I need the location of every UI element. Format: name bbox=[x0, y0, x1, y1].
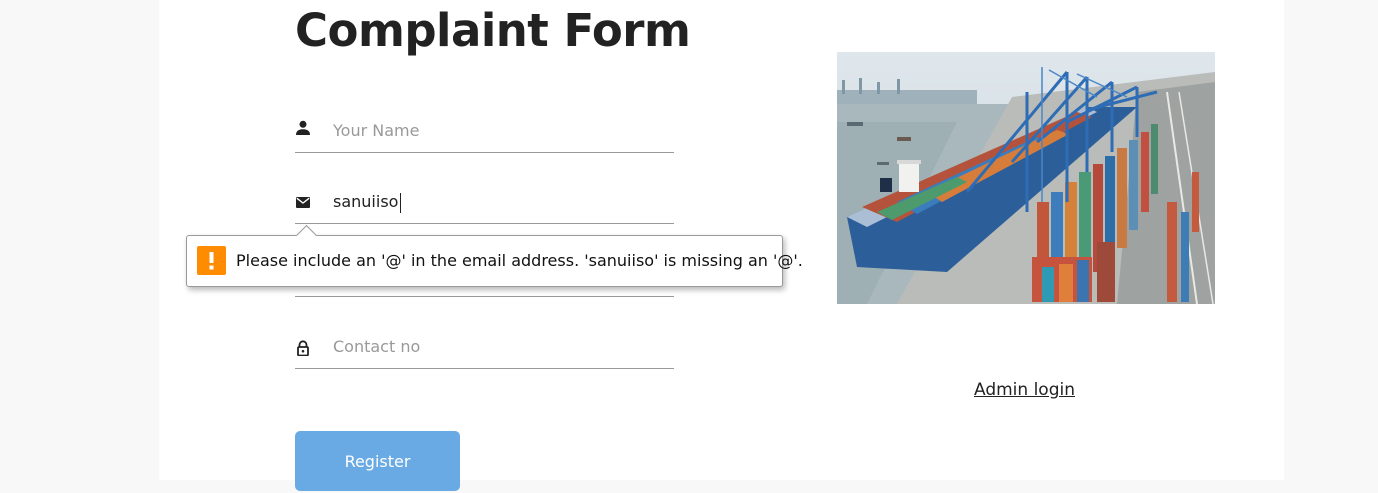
admin-login-link[interactable]: Admin login bbox=[974, 380, 1075, 400]
contact-input[interactable] bbox=[333, 328, 663, 364]
email-field-row bbox=[295, 183, 674, 224]
page-title: Complaint Form bbox=[295, 4, 691, 57]
validation-tooltip: Please include an '@' in the email addre… bbox=[186, 224, 803, 287]
lock-icon bbox=[297, 340, 309, 356]
container-port-image bbox=[837, 52, 1215, 304]
name-field-row bbox=[295, 112, 674, 153]
person-icon bbox=[296, 120, 310, 135]
contact-field-row bbox=[295, 328, 674, 369]
text-caret bbox=[400, 193, 401, 213]
mail-icon bbox=[296, 197, 310, 208]
validation-message: Please include an '@' in the email addre… bbox=[236, 251, 803, 270]
email-input[interactable] bbox=[333, 183, 663, 219]
register-button[interactable]: Register bbox=[295, 431, 460, 491]
name-input[interactable] bbox=[333, 112, 663, 148]
warning-icon bbox=[197, 246, 226, 275]
